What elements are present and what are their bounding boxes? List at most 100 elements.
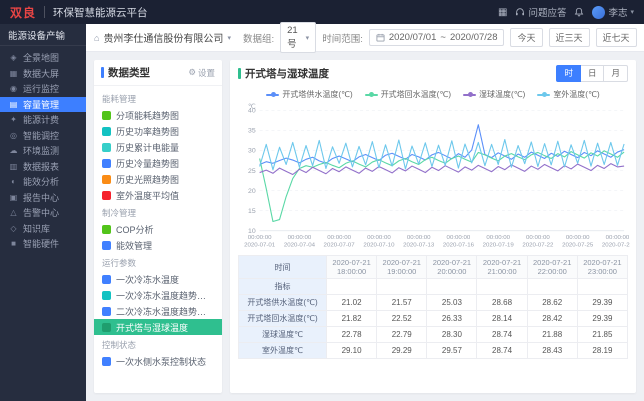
- quick-range-3days-button[interactable]: 近三天: [548, 28, 590, 47]
- legend-marker: [463, 92, 476, 97]
- sidebar-item-10[interactable]: ▣ 报告中心: [0, 190, 86, 206]
- value-cell: 28.74: [476, 342, 528, 359]
- legend-label: 开式塔供水温度(℃): [282, 90, 353, 99]
- svg-text:00:00:00: 00:00:00: [606, 235, 630, 241]
- value-cell: 29.10: [325, 342, 378, 359]
- sidebar-item-5[interactable]: ✦ 能源计费: [0, 112, 86, 128]
- avatar: [592, 5, 606, 19]
- legend-item[interactable]: 室外温度(℃): [537, 89, 600, 100]
- quick-range-today-button[interactable]: 今天: [510, 28, 543, 47]
- legend-marker: [266, 92, 280, 97]
- sidebar-item-8[interactable]: ▥ 数据报表: [0, 159, 86, 175]
- datatype-item-label: 开式塔与湿球温度: [116, 322, 189, 333]
- table-row: 开式塔供水温度(℃) 21.02 21.57 25.03 28.68 28.62 29.39: [238, 294, 629, 311]
- datatype-list: 能耗管理 分项能耗趋势图 历史功率趋势图 历史累计电能量 历史冷量趋势图 历史光照趋势图室…: [94, 86, 222, 393]
- user-menu[interactable]: 李志 ▾: [592, 5, 634, 19]
- value-cell: 29.57: [426, 342, 478, 359]
- datatype-item[interactable]: 一次冷冻水温度: [94, 271, 222, 287]
- value-cell: 28.19: [576, 342, 629, 359]
- environment-icon: ☁: [9, 146, 18, 156]
- value-cell: 21.88: [526, 326, 578, 343]
- datatype-item[interactable]: 一次水侧水泵控制状态: [94, 353, 222, 369]
- datatype-item-icon: [102, 356, 111, 366]
- range-separator: ~: [440, 32, 446, 43]
- svg-text:℃: ℃: [248, 104, 256, 111]
- metric-name-cell: 开式塔回水温度(℃): [238, 310, 327, 327]
- sidebar-item-12[interactable]: ◇ 知识库: [0, 221, 86, 237]
- range-start: 2020/07/01: [388, 32, 437, 43]
- period-tab-1[interactable]: 时: [556, 64, 581, 82]
- datatype-item[interactable]: 历史累计电能量: [94, 139, 222, 155]
- analysis-icon: ◐: [11, 177, 16, 187]
- sidebar-menu: ◈ 全景地图 ▦ 数据大屏 ◉ 运行监控 ▤ 容量管理 ✦ 能源计费 ◎ 智能调控 ☁ 环境监测 ▥ 数据报表…: [0, 46, 86, 401]
- sidebar-item-11[interactable]: △ 告警中心: [0, 205, 86, 221]
- datatype-item[interactable]: 历史功率趋势图: [94, 123, 222, 139]
- chart-title: 开式塔与湿球温度: [245, 67, 329, 80]
- svg-text:00:00:00: 00:00:00: [566, 235, 590, 241]
- data-group-select[interactable]: 21号 ▾: [280, 22, 317, 53]
- settings-label: 设置: [197, 67, 215, 78]
- svg-text:2020-07-16: 2020-07-16: [443, 243, 475, 249]
- datatype-item[interactable]: 一次冷冻水温度趋势曲线: [94, 287, 222, 303]
- datatype-item[interactable]: 二次冷冻水温度趋势曲线: [94, 303, 222, 319]
- datatype-item[interactable]: 能效管理: [94, 237, 222, 253]
- capacity-icon: ▤: [9, 99, 18, 109]
- sidebar-item-label: 运行监控: [23, 84, 60, 95]
- svg-text:00:00:00: 00:00:00: [407, 235, 431, 241]
- datatype-item-icon: [102, 306, 111, 316]
- control-icon: ◎: [10, 130, 17, 140]
- legend-item[interactable]: 开式塔回水温度(℃): [364, 89, 451, 100]
- svg-text:2020-07-25: 2020-07-25: [562, 243, 594, 249]
- period-tab-3[interactable]: 月: [604, 64, 628, 82]
- metric-subheader-row: 指标: [238, 278, 629, 295]
- legend-item[interactable]: 湿球温度(℃): [463, 89, 525, 100]
- datatype-item-icon: [102, 240, 111, 250]
- data-table-wrap: 时间 2020-07-21 18:00:00 2020-07-21 19:00:00…: [230, 253, 636, 393]
- datatype-item[interactable]: 分项能耗趋势图: [94, 107, 222, 123]
- sidebar-item-6[interactable]: ◎ 智能调控: [0, 128, 86, 144]
- sidebar-item-2[interactable]: ▦ 数据大屏: [0, 66, 86, 82]
- support-link[interactable]: 问题应答: [515, 5, 566, 19]
- billing-icon: ✦: [10, 115, 17, 125]
- panel-settings-link[interactable]: ⚙ 设置: [188, 67, 215, 79]
- datatype-item[interactable]: COP分析: [94, 221, 222, 237]
- sidebar-item-label: 能效分析: [23, 177, 60, 188]
- sidebar-item-7[interactable]: ☁ 环境监测: [0, 143, 86, 159]
- svg-text:00:00:00: 00:00:00: [367, 235, 391, 241]
- company-selector[interactable]: ⌂ 贵州李仕通信股份有限公司 ▾: [94, 30, 231, 46]
- apps-grid-icon[interactable]: ▦: [498, 7, 507, 18]
- value-cell: 22.78: [325, 326, 378, 343]
- map-icon: ◈: [10, 53, 17, 63]
- empty-cell: [476, 278, 528, 295]
- svg-text:20: 20: [248, 188, 256, 195]
- svg-text:35: 35: [248, 128, 256, 135]
- sidebar-item-13[interactable]: ■ 智能硬件: [0, 236, 86, 252]
- sidebar-section-title: 能源设备产输: [0, 24, 86, 46]
- sidebar-item-3[interactable]: ◉ 运行监控: [0, 81, 86, 97]
- datatype-item[interactable]: 室外温度平均值: [94, 187, 222, 203]
- content-area: ⌂ 贵州李仕通信股份有限公司 ▾ 数据组: 21号 ▾ 时间范围: 2020/0…: [86, 22, 644, 401]
- notification-bell[interactable]: [574, 7, 584, 17]
- sidebar-item-4[interactable]: ▤ 容量管理: [0, 96, 86, 112]
- sidebar-item-9[interactable]: ◐ 能效分析: [0, 174, 86, 190]
- value-cell: 26.33: [426, 310, 478, 327]
- datatype-item[interactable]: 历史光照趋势图: [94, 171, 222, 187]
- alarm-icon: △: [10, 208, 17, 218]
- datatype-item[interactable]: 开式塔与湿球温度: [94, 319, 222, 335]
- datatype-item-icon: [102, 174, 111, 184]
- quick-range-7days-button[interactable]: 近七天: [595, 28, 637, 47]
- datatype-item[interactable]: 历史冷量趋势图: [94, 155, 222, 171]
- date-range-picker[interactable]: 2020/07/01 ~ 2020/07/28: [368, 29, 505, 46]
- datatype-item-label: 历史光照趋势图: [116, 174, 180, 185]
- headset-icon: [516, 8, 525, 16]
- period-tab-2[interactable]: 日: [580, 64, 605, 82]
- sidebar-item-1[interactable]: ◈ 全景地图: [0, 50, 86, 66]
- sidebar-item-label: 全景地图: [23, 53, 60, 64]
- line-chart[interactable]: 10152025303540℃00:00:002020-07-0100:00:0…: [236, 101, 630, 253]
- svg-text:2020-07-19: 2020-07-19: [483, 243, 514, 249]
- datatype-item-icon: [102, 110, 111, 120]
- calendar-icon: [376, 33, 385, 42]
- datatype-item-icon: [102, 322, 111, 332]
- legend-item[interactable]: 开式塔供水温度(℃): [266, 89, 353, 100]
- datatype-section-name: 控制状态: [102, 340, 137, 350]
